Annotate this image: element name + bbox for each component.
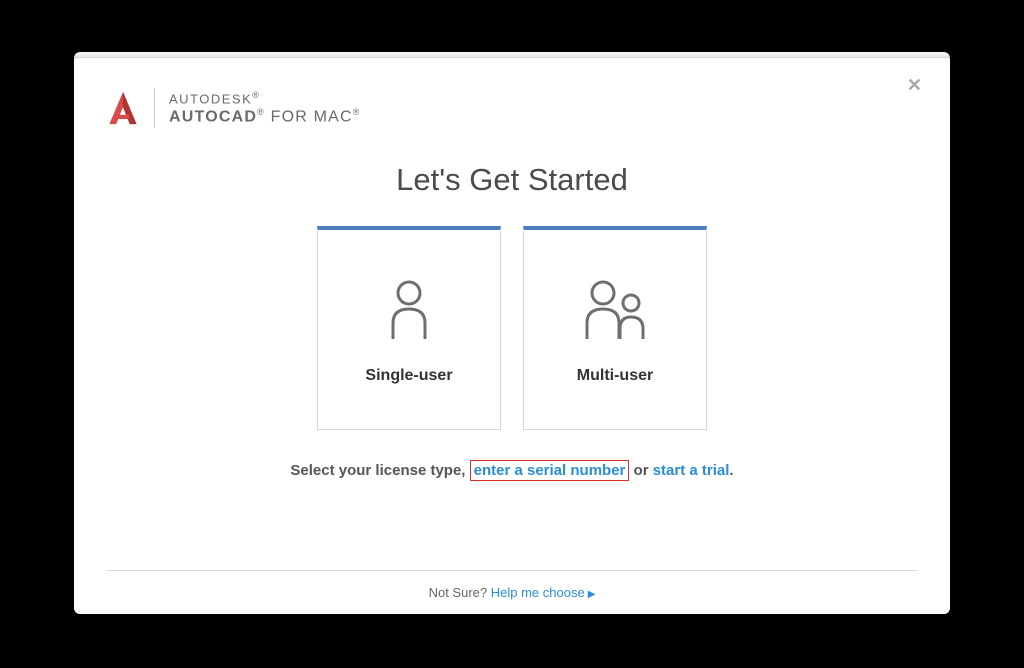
license-options: Single-user Multi-user [106,226,918,430]
footer: Not Sure? Help me choose▶ [106,570,918,614]
multi-user-label: Multi-user [577,367,653,385]
single-user-label: Single-user [365,367,452,385]
help-choose-link[interactable]: Help me choose [491,585,585,600]
license-dialog: ✕ AUTODESK® AUTOCAD® FOR MAC® Let's Get … [74,54,950,614]
brand-header: AUTODESK® AUTOCAD® FOR MAC® [106,88,918,128]
brand-product: AUTOCAD® FOR MAC® [169,107,361,127]
instruction-text: Select your license type, enter a serial… [106,462,918,479]
instruction-middle: or [629,462,652,479]
autocad-logo-icon [106,90,140,126]
multi-user-icon [575,275,655,345]
page-title: Let's Get Started [106,162,918,198]
brand-divider [154,88,155,128]
instruction-suffix: . [729,462,733,479]
close-icon[interactable]: ✕ [907,76,922,94]
single-user-icon [369,275,449,345]
brand-text: AUTODESK® AUTOCAD® FOR MAC® [169,90,361,127]
enter-serial-link[interactable]: enter a serial number [470,460,630,481]
titlebar [74,52,950,58]
start-trial-link[interactable]: start a trial [653,462,730,479]
brand-company: AUTODESK® [169,90,361,107]
multi-user-card[interactable]: Multi-user [523,226,707,430]
footer-prefix: Not Sure? [429,585,491,600]
chevron-right-icon: ▶ [588,589,596,600]
single-user-card[interactable]: Single-user [317,226,501,430]
instruction-prefix: Select your license type, [290,462,465,479]
